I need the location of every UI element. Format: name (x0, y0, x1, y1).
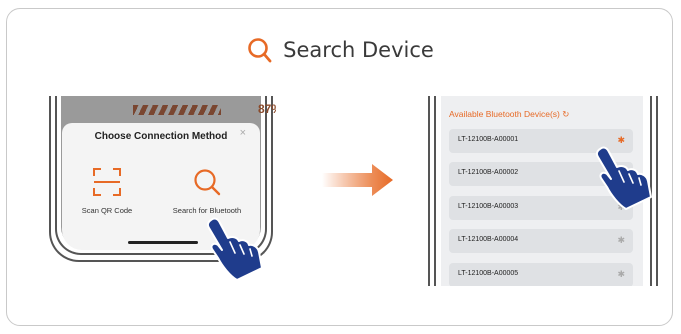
sheet-title: Choose Connection Method (94, 131, 228, 142)
phone-frame (656, 96, 658, 286)
home-indicator (128, 241, 198, 244)
phone-frame-inner (434, 96, 436, 286)
device-name: LT-12100B-A00003 (458, 203, 519, 210)
close-icon[interactable]: × (240, 127, 246, 139)
bluetooth-icon: ✱ (617, 235, 625, 245)
device-name: LT-12100B-A00005 (458, 270, 519, 277)
scan-qr-label: Scan QR Code (81, 206, 133, 215)
progress-bar (133, 105, 221, 115)
device-row[interactable]: LT-12100B-A00005 ✱ (449, 263, 633, 286)
device-name: LT-12100B-A00004 (458, 236, 519, 243)
refresh-icon[interactable]: ↻ (562, 109, 569, 119)
tap-hand-icon (595, 146, 652, 210)
arrow-right-icon (322, 164, 393, 196)
device-name: LT-12100B-A00001 (458, 136, 519, 143)
scan-qr-icon (93, 168, 121, 196)
search-icon (194, 169, 221, 196)
title-text: Search Device (283, 38, 434, 62)
search-icon (248, 38, 272, 63)
bluetooth-icon: ✱ (617, 269, 625, 279)
bluetooth-list-header: Available Bluetooth Device(s) ↻ (449, 109, 570, 119)
phone-frame (428, 96, 430, 286)
page-title: Search Device (0, 36, 681, 64)
scan-qr-option[interactable]: Scan QR Code (74, 167, 140, 215)
device-name: LT-12100B-A00002 (458, 169, 519, 176)
search-bluetooth-label: Search for Bluetooth (172, 206, 242, 215)
tap-hand-icon (206, 217, 263, 281)
progress-percent: 87% (258, 102, 276, 116)
device-row[interactable]: LT-12100B-A00004 ✱ (449, 229, 633, 253)
search-bluetooth-option[interactable]: Search for Bluetooth (162, 167, 252, 215)
